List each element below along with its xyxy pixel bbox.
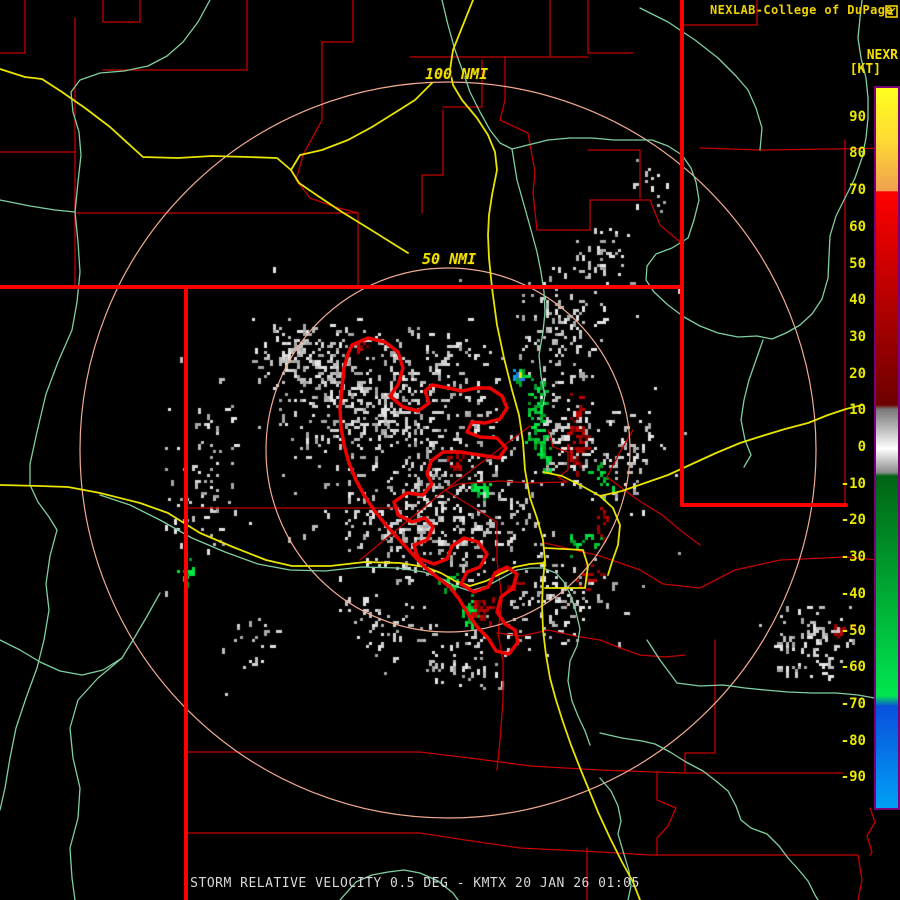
colorbar-tick-label: -10: [840, 475, 866, 492]
county-boundary-line: [866, 807, 876, 856]
county-boundary-line: [857, 854, 863, 900]
page-title: NEXLAB-College of DuPage: [710, 3, 893, 17]
colorbar-tick-label: 10: [849, 402, 866, 419]
colorbar-tick-label: 20: [849, 365, 866, 382]
stream-line: [69, 657, 123, 900]
radar-map: [0, 0, 900, 900]
colorbar-tick-label: 0: [857, 439, 866, 455]
highway-line: [290, 82, 433, 171]
colorbar-tick-label: -90: [840, 769, 866, 786]
county-boundary-line: [0, 0, 26, 54]
county-boundary-line: [606, 429, 701, 546]
stream-line: [0, 0, 211, 811]
range-ring-label-50nmi: 50 NMI: [422, 250, 477, 268]
highway-line: [599, 495, 621, 576]
status-bar: STORM RELATIVE VELOCITY 0.5 DEG - KMTX 2…: [190, 876, 640, 891]
colorbar-tick-label: 80: [849, 145, 866, 162]
county-boundary-line: [102, 0, 141, 23]
radar-display-screen: NEXLAB-College of DuPage NEXR [KT] 90 80 7…: [0, 0, 900, 900]
stream-line: [511, 148, 546, 407]
colorbar-tick-label: -50: [840, 622, 866, 639]
nexlab-logo-icon: [885, 3, 898, 18]
state-border-line: [680, 0, 848, 507]
county-boundary-line: [295, 119, 359, 214]
county-boundary-line: [444, 480, 568, 491]
colorbar-tick-label: 30: [849, 328, 866, 345]
colorbar-tick-label: -30: [840, 549, 866, 566]
county-boundary-line: [496, 629, 686, 658]
colorbar-tick-label: 70: [849, 182, 866, 199]
county-boundary-line: [587, 149, 641, 199]
lake-shoreline: [338, 336, 520, 656]
county-boundary-line: [185, 751, 844, 774]
county-boundary-line: [421, 109, 444, 214]
range-ring-label-100nmi: 100 NMI: [425, 65, 489, 83]
county-boundary-line: [656, 772, 677, 856]
colorbar-tick-label: -60: [840, 659, 866, 676]
colorbar-title: NEXR: [866, 48, 898, 63]
county-boundary-line: [102, 0, 248, 71]
stream-line: [99, 494, 591, 746]
county-boundary-line: [185, 832, 859, 856]
stream-line: [0, 199, 76, 213]
colorbar-tick-label: 90: [849, 108, 866, 125]
highway-line: [449, 0, 641, 900]
county-boundary-line: [699, 147, 900, 151]
colorbar-tick-label: -20: [840, 512, 866, 529]
colorbar-tick-label: -70: [840, 695, 866, 712]
stream-line: [599, 732, 819, 900]
stream-line: [0, 592, 161, 676]
colorbar-tick-label: 50: [849, 255, 866, 272]
colorbar-tick-label: 60: [849, 218, 866, 235]
colorbar-tick-label: -80: [840, 732, 866, 749]
county-boundary-line: [684, 639, 716, 774]
range-ring-100nmi: [79, 81, 817, 819]
stream-line: [639, 7, 763, 151]
velocity-colorbar: [874, 86, 900, 810]
colorbar-tick-label: -40: [840, 585, 866, 602]
colorbar-tick-label: 40: [849, 292, 866, 309]
county-boundary-line: [587, 0, 634, 54]
stream-line: [740, 339, 764, 468]
colorbar-units-label: [KT]: [849, 62, 881, 77]
highway-line: [544, 547, 589, 589]
